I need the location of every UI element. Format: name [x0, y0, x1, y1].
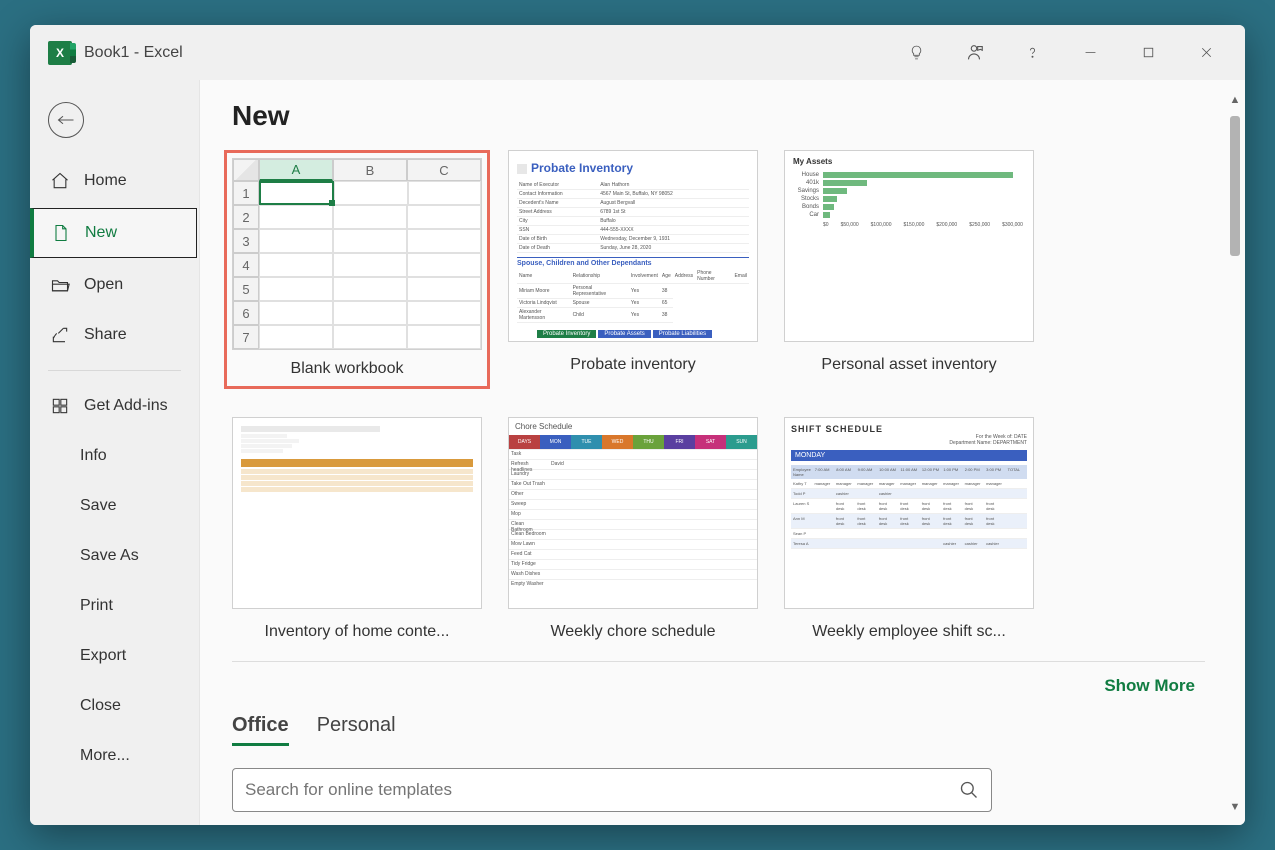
- template-thumbnail: A B C 1 2 3 4 5 6 7: [232, 158, 482, 350]
- back-button[interactable]: [48, 102, 84, 138]
- template-label: Inventory of home conte...: [265, 623, 450, 641]
- sidebar-item-label: Open: [84, 276, 123, 294]
- template-label: Blank workbook: [227, 360, 467, 378]
- sidebar-item-label: Home: [84, 172, 127, 190]
- sidebar-item-print[interactable]: Print: [30, 581, 199, 631]
- share-icon: [50, 325, 70, 345]
- template-personal-asset-inventory[interactable]: My Assets House401kSavingsStocksBondsCar…: [784, 150, 1034, 389]
- sidebar-item-more[interactable]: More...: [30, 731, 199, 781]
- sidebar-item-label: Get Add-ins: [84, 397, 168, 415]
- template-blank-workbook[interactable]: A B C 1 2 3 4 5 6 7: [232, 150, 482, 389]
- template-thumbnail: My Assets House401kSavingsStocksBondsCar…: [784, 150, 1034, 342]
- backstage-sidebar: Home New Open Share Get Add-ins Info Sav…: [30, 80, 200, 825]
- sidebar-divider: [48, 370, 181, 371]
- template-probate-inventory[interactable]: Probate Inventory Name of ExecutorAlan H…: [508, 150, 758, 389]
- sidebar-item-close[interactable]: Close: [30, 681, 199, 731]
- search-input[interactable]: [245, 780, 959, 800]
- feedback-icon[interactable]: [945, 29, 1003, 77]
- sidebar-item-label: New: [85, 224, 117, 242]
- help-icon[interactable]: [1003, 29, 1061, 77]
- template-inventory-home-contents[interactable]: Inventory of home conte...: [232, 417, 482, 641]
- template-weekly-chore-schedule[interactable]: Chore Schedule DAYSMONTUEWEDTHUFRISATSUN…: [508, 417, 758, 641]
- page-title: New: [232, 100, 1245, 132]
- vertical-scrollbar[interactable]: ▲ ▼: [1227, 92, 1243, 815]
- excel-app-icon: X: [48, 41, 72, 65]
- sidebar-item-save-as[interactable]: Save As: [30, 531, 199, 581]
- home-icon: [50, 171, 70, 191]
- addins-icon: [50, 396, 70, 416]
- scroll-up-arrow[interactable]: ▲: [1227, 92, 1243, 108]
- titlebar: X Book1 - Excel: [30, 25, 1245, 80]
- maximize-button[interactable]: [1119, 29, 1177, 77]
- scroll-thumb[interactable]: [1230, 116, 1240, 256]
- divider: [232, 661, 1205, 662]
- show-more-link[interactable]: Show More: [232, 676, 1245, 696]
- app-window: X Book1 - Excel Home: [30, 25, 1245, 825]
- sidebar-item-info[interactable]: Info: [30, 431, 199, 481]
- sidebar-item-open[interactable]: Open: [30, 260, 199, 310]
- tab-personal[interactable]: Personal: [317, 714, 396, 746]
- minimize-button[interactable]: [1061, 29, 1119, 77]
- scroll-down-arrow[interactable]: ▼: [1227, 799, 1243, 815]
- template-label: Weekly employee shift sc...: [812, 623, 1006, 641]
- template-weekly-employee-shift[interactable]: SHIFT SCHEDULE For the Week of: DATEDepa…: [784, 417, 1034, 641]
- search-icon: [959, 780, 979, 800]
- window-title: Book1 - Excel: [84, 44, 183, 62]
- template-label: Personal asset inventory: [821, 356, 996, 374]
- sidebar-item-share[interactable]: Share: [30, 310, 199, 360]
- template-thumbnail: Chore Schedule DAYSMONTUEWEDTHUFRISATSUN…: [508, 417, 758, 609]
- template-thumbnail: SHIFT SCHEDULE For the Week of: DATEDepa…: [784, 417, 1034, 609]
- template-thumbnail: Probate Inventory Name of ExecutorAlan H…: [508, 150, 758, 342]
- close-button[interactable]: [1177, 29, 1235, 77]
- open-icon: [50, 275, 70, 295]
- sidebar-item-export[interactable]: Export: [30, 631, 199, 681]
- sidebar-item-home[interactable]: Home: [30, 156, 199, 206]
- template-grid: A B C 1 2 3 4 5 6 7: [232, 150, 1245, 641]
- sidebar-item-new[interactable]: New: [30, 208, 197, 258]
- template-thumbnail: [232, 417, 482, 609]
- sidebar-item-get-addins[interactable]: Get Add-ins: [30, 381, 199, 431]
- tab-office[interactable]: Office: [232, 714, 289, 746]
- main-content: New A B C 1: [200, 80, 1245, 825]
- template-search[interactable]: [232, 768, 992, 812]
- sidebar-item-label: Share: [84, 326, 127, 344]
- lightbulb-icon[interactable]: [887, 29, 945, 77]
- sidebar-item-save[interactable]: Save: [30, 481, 199, 531]
- template-source-tabs: Office Personal: [232, 714, 1245, 746]
- template-label: Weekly chore schedule: [550, 623, 715, 641]
- template-label: Probate inventory: [570, 356, 695, 374]
- new-icon: [51, 223, 71, 243]
